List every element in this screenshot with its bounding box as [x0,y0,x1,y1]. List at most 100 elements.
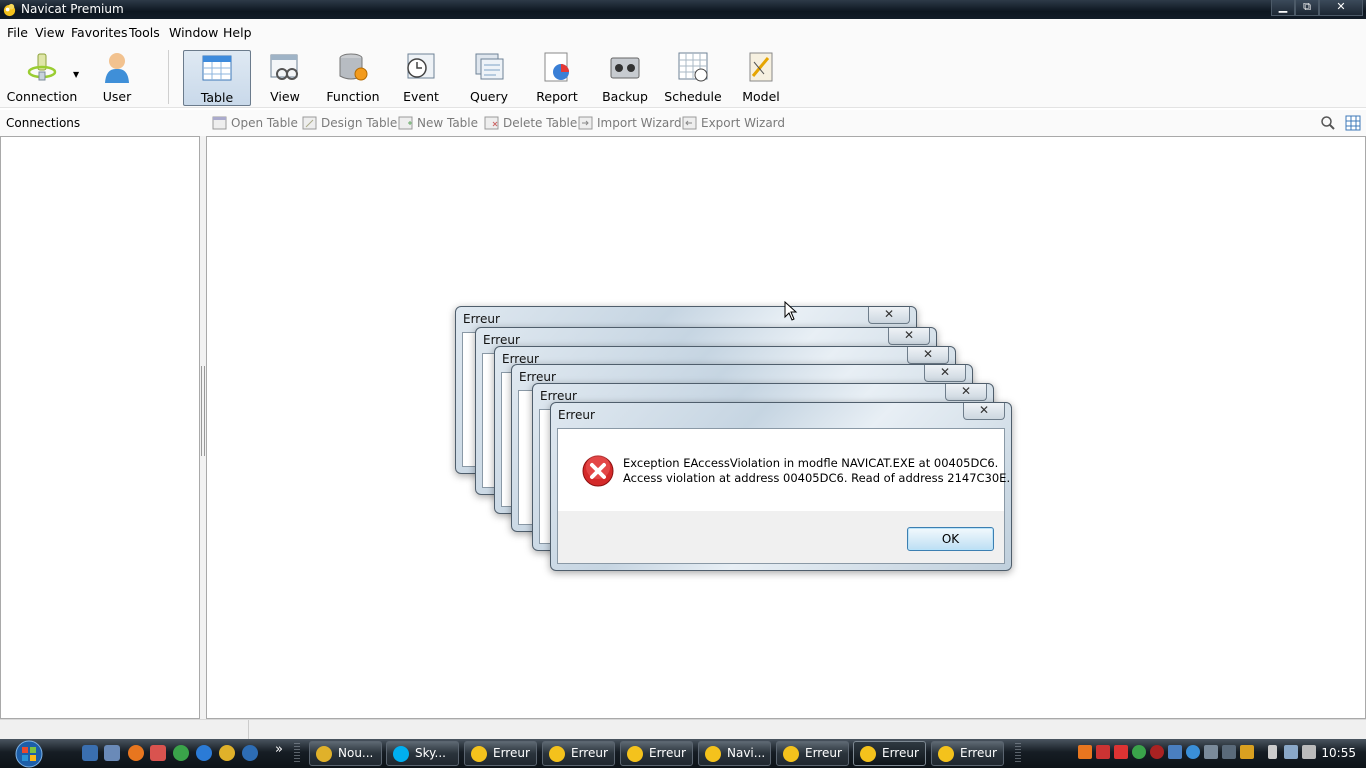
power-icon[interactable] [1268,745,1277,759]
maximize-button[interactable]: ⧉ [1295,0,1319,16]
navicat-icon [471,746,487,762]
internet-explorer-icon[interactable] [196,745,212,761]
volume-icon[interactable] [1302,745,1316,759]
model-button[interactable]: Model [738,50,784,106]
export-wizard-icon [682,116,697,130]
dialog-close-button[interactable]: ✕ [924,365,966,382]
splitter-grip [201,366,205,456]
open-table-label: Open Table [231,116,298,130]
event-icon [407,53,435,79]
delete-table-button[interactable]: Delete Table [484,116,577,130]
query-button[interactable]: Query [464,50,514,106]
quicklaunch-more-icon[interactable]: » [275,742,283,757]
delete-table-label: Delete Table [503,116,578,130]
dialog-close-button[interactable]: ✕ [963,403,1005,420]
menu-view[interactable]: View [35,25,65,40]
report-button[interactable]: Report [530,50,584,106]
error-dialog-front[interactable]: Erreur ✕ Exception EAccessViolation in m… [550,402,1012,571]
grid-view-icon[interactable] [1345,115,1361,131]
taskbar-button-erreur-4[interactable]: Erreur [776,741,849,766]
taskbar-button-erreur-active[interactable]: Erreur [853,741,926,766]
taskbar-button-erreur-1[interactable]: Erreur [464,741,537,766]
new-table-button[interactable]: New Table [398,116,478,130]
table-icon [202,55,232,81]
dialog-footer: OK [558,511,1004,563]
schedule-button[interactable]: Schedule [664,50,722,106]
model-label: Model [742,89,780,104]
messenger-icon[interactable] [173,745,189,761]
tray-grip[interactable] [1015,743,1021,763]
tray-mail-icon[interactable] [1114,745,1128,759]
minimize-button[interactable]: ▁ [1271,0,1295,16]
function-label: Function [326,89,380,104]
tray-device-icon[interactable] [1204,745,1218,759]
event-button[interactable]: Event [396,50,446,106]
network-icon[interactable] [1284,745,1298,759]
main-toolbar: Connection ▼ User Table View Function Ev… [0,44,1366,108]
menu-help[interactable]: Help [223,25,252,40]
navicat-icon [938,746,954,762]
taskbar-button-erreur-2[interactable]: Erreur [542,741,615,766]
tray-display-icon[interactable] [1168,745,1182,759]
tray-network-app-icon[interactable] [1186,745,1200,759]
taskbar-button-skype[interactable]: Sky... [386,741,459,766]
taskbar-button-navicat[interactable]: Navi... [698,741,771,766]
user-button[interactable]: User [90,50,144,106]
title-bar: Navicat Premium ▁ ⧉ ✕ [0,0,1366,19]
taskbar-button-chrome[interactable]: Nou... [309,741,382,766]
tray-app-icon[interactable] [1096,745,1110,759]
dialog-close-button[interactable]: ✕ [907,347,949,364]
open-table-button[interactable]: Open Table [212,116,298,130]
query-icon [475,53,504,80]
dialog-title: Erreur [483,333,520,347]
connection-icon [27,53,57,81]
backup-button[interactable]: Backup [600,50,650,106]
connections-tree-panel[interactable] [0,136,200,719]
dialog-close-button[interactable]: ✕ [868,307,910,324]
dialog-close-button[interactable]: ✕ [888,328,930,345]
tray-app-icon[interactable] [1078,745,1092,759]
table-button[interactable]: Table [183,50,251,106]
taskbar-button-label: Erreur [960,746,997,760]
taskbar-button-erreur-3[interactable]: Erreur [620,741,693,766]
show-desktop-icon[interactable] [82,745,98,761]
ok-button[interactable]: OK [907,527,994,551]
schedule-icon [678,52,708,82]
switch-windows-icon[interactable] [104,745,120,761]
import-wizard-button[interactable]: Import Wizard [578,116,682,130]
close-button[interactable]: ✕ [1319,0,1363,16]
taskbar-button-erreur-5[interactable]: Erreur [931,741,1004,766]
chrome-icon[interactable] [219,745,235,761]
start-button-icon[interactable] [9,739,49,768]
taskbar-button-label: Sky... [415,746,446,760]
menu-file[interactable]: File [7,25,28,40]
tray-app-icon[interactable] [1240,745,1254,759]
window-title: Navicat Premium [21,2,124,16]
user-icon [105,53,129,83]
tray-tool-icon[interactable] [1222,745,1236,759]
dialog-close-button[interactable]: ✕ [945,384,987,401]
search-icon[interactable] [1320,115,1336,131]
view-button[interactable]: View [259,50,311,106]
menu-window[interactable]: Window [169,25,218,40]
firefox-icon[interactable] [128,745,144,761]
design-table-button[interactable]: Design Table [302,116,397,130]
connection-button[interactable]: Connection [6,50,78,106]
connection-dropdown-icon[interactable]: ▼ [73,70,79,79]
quicklaunch-app-icon[interactable] [150,745,166,761]
menu-favorites[interactable]: Favorites [71,25,127,40]
dialog-body: Exception EAccessViolation in modfle NAV… [557,428,1010,564]
tray-status-icon[interactable] [1132,745,1146,759]
taskbar: » Nou... Sky... Erreur Erreur Erreur Nav… [0,739,1366,768]
taskbar-clock[interactable]: 10:55 [1321,746,1356,760]
quicklaunch-m-icon[interactable] [242,745,258,761]
design-table-label: Design Table [321,116,398,130]
function-button[interactable]: Function [324,50,382,106]
taskbar-grip[interactable] [294,743,300,763]
export-wizard-button[interactable]: Export Wizard [682,116,785,130]
error-message-line2: Access violation at address 00405DC6. Re… [623,471,1011,485]
taskbar-button-label: Erreur [493,746,530,760]
tray-security-icon[interactable] [1150,745,1164,759]
taskbar-button-label: Erreur [805,746,842,760]
menu-tools[interactable]: Tools [129,25,160,40]
